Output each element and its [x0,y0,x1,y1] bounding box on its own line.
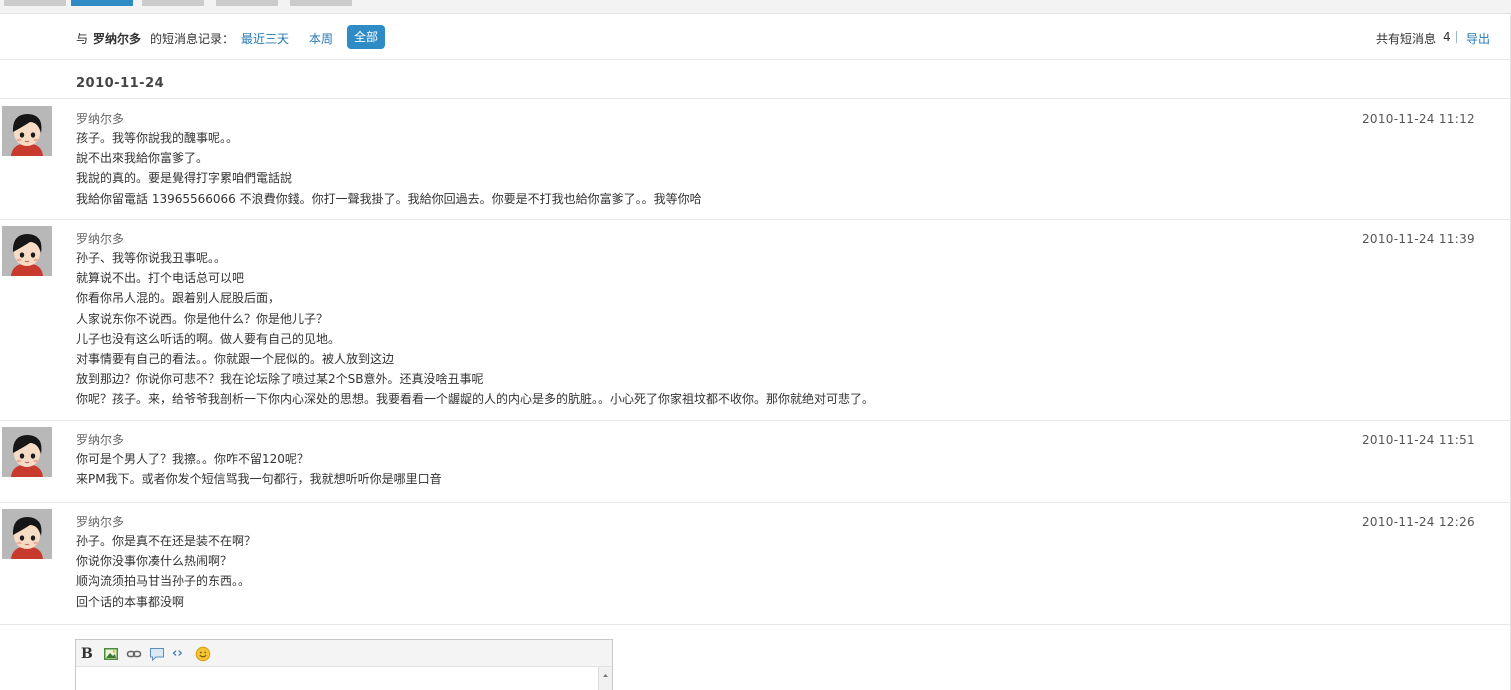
message-item: 罗纳尔多 2010-11-24 11:12 孩子。我等你說我的醜事呢。。 說不出… [0,100,1511,220]
message-line: 人家说东你不说西。你是他什么？你是他儿子？ [76,311,329,326]
scroll-up-arrow-icon[interactable] [599,670,612,680]
image-icon[interactable] [103,646,119,662]
message-sender: 罗纳尔多 [76,433,125,447]
message-body: 你可是个男人了？我擦。。你咋不留120呢？ 来PM我下。或者你发个短信骂我一句都… [76,449,442,489]
date-group-header: 2010-11-24 [0,61,1511,99]
message-time: 2010-11-24 11:12 [1362,112,1475,126]
filter-suffix: 的短消息记录： [150,32,235,46]
top-nav-tab-active[interactable] [71,0,133,6]
avatar-image [2,427,52,477]
message-sender: 罗纳尔多 [76,232,125,246]
message-line: 你说你没事你凑什么热闹啊？ [76,554,233,569]
total-messages-label: 共有短消息 [1376,32,1437,46]
editor-scrollbar[interactable] [598,667,612,690]
filter-all-button[interactable]: 全部 [347,25,385,49]
avatar-image [2,509,52,559]
message-line: 回个话的本事都没啊 [76,594,185,609]
message-time: 2010-11-24 11:39 [1362,232,1475,246]
total-messages-count: 4 [1443,30,1451,44]
code-icon[interactable]: ‹› [172,646,188,662]
filter-last-three-days[interactable]: 最近三天 [241,30,289,47]
message-line: 你呢？孩子。来，给爷爷我剖析一下你内心深处的思想。我要看看一个龌龊的人的内心是多… [76,392,875,407]
avatar-image [2,106,52,156]
message-line: 对事情要有自己的看法。。你就跟一个屁似的。被人放到这边 [76,351,395,366]
filter-prefix: 与 [76,32,89,46]
bold-icon[interactable]: B [81,646,97,662]
avatar[interactable] [2,509,52,559]
message-body: 孩子。我等你說我的醜事呢。。 說不出來我給你富爹了。 我說的真的。要是覺得打字累… [76,128,702,209]
message-body: 孙子。你是真不在还是装不在啊？ 你说你没事你凑什么热闹啊？ 顺沟流须拍马甘当孙子… [76,531,256,612]
top-nav-bar [0,0,1511,14]
message-item: 罗纳尔多 2010-11-24 11:39 孙子、我等你说我丑事呢。。 就算说不… [0,220,1511,421]
avatar[interactable] [2,226,52,276]
export-link[interactable]: 导出 [1466,30,1490,47]
filter-this-week[interactable]: 本周 [309,30,333,47]
message-item: 罗纳尔多 2010-11-24 12:26 孙子。你是真不在还是装不在啊？ 你说… [0,503,1511,625]
smiley-icon[interactable] [195,646,211,662]
message-filter-bar: 与 罗纳尔多 的短消息记录： 最近三天 本周 全部 共有短消息 4 导出 [0,14,1511,60]
date-group-label: 2010-11-24 [76,76,165,91]
message-line: 来PM我下。或者你发个短信骂我一句都行，我就想听听你是哪里口音 [76,472,442,487]
message-time: 2010-11-24 12:26 [1362,515,1475,529]
message-line: 儿子也没有这么听话的啊。做人要有自己的见地。 [76,331,341,346]
link-icon[interactable] [126,646,142,662]
message-sender: 罗纳尔多 [76,515,125,529]
top-nav-tab[interactable] [290,0,352,6]
message-line: 我說的真的。要是覺得打字累咱們電話說 [76,171,293,186]
reply-editor[interactable]: B ‹› [75,639,613,690]
avatar[interactable] [2,427,52,477]
message-line: 你可是个男人了？我擦。。你咋不留120呢？ [76,452,309,466]
editor-toolbar: B ‹› [76,640,612,667]
message-line: 孩子。我等你說我的醜事呢。。 [76,131,239,145]
top-nav-tab[interactable] [142,0,204,6]
message-line: 你看你吊人混的。跟着别人屁股后面， [76,291,281,306]
message-item: 罗纳尔多 2010-11-24 11:51 你可是个男人了？我擦。。你咋不留12… [0,421,1511,503]
message-sender: 罗纳尔多 [76,112,125,126]
avatar[interactable] [2,106,52,156]
top-nav-tab[interactable] [216,0,278,6]
message-line: 顺沟流须拍马甘当孙子的东西。。 [76,574,251,589]
top-nav-tab[interactable] [4,0,66,6]
avatar-image [2,226,52,276]
message-line: 我給你留電話 13965566066 不浪費你錢。你打一聲我掛了。我給你回過去。… [76,191,702,206]
message-line: 說不出來我給你富爹了。 [76,151,209,166]
contact-name: 罗纳尔多 [93,32,142,46]
message-line: 孙子、我等你说我丑事呢。。 [76,251,227,265]
message-line: 孙子。你是真不在还是装不在啊？ [76,534,257,548]
quote-icon[interactable] [149,646,165,662]
divider [1456,31,1457,43]
message-line: 放到那边？你说你可悲不？我在论坛除了喷过某2个SB意外。还真没啥丑事呢 [76,372,484,387]
message-line: 就算说不出。打个电话总可以吧 [76,271,245,286]
message-body: 孙子、我等你说我丑事呢。。 就算说不出。打个电话总可以吧 你看你吊人混的。跟着别… [76,248,874,410]
message-time: 2010-11-24 11:51 [1362,433,1475,447]
